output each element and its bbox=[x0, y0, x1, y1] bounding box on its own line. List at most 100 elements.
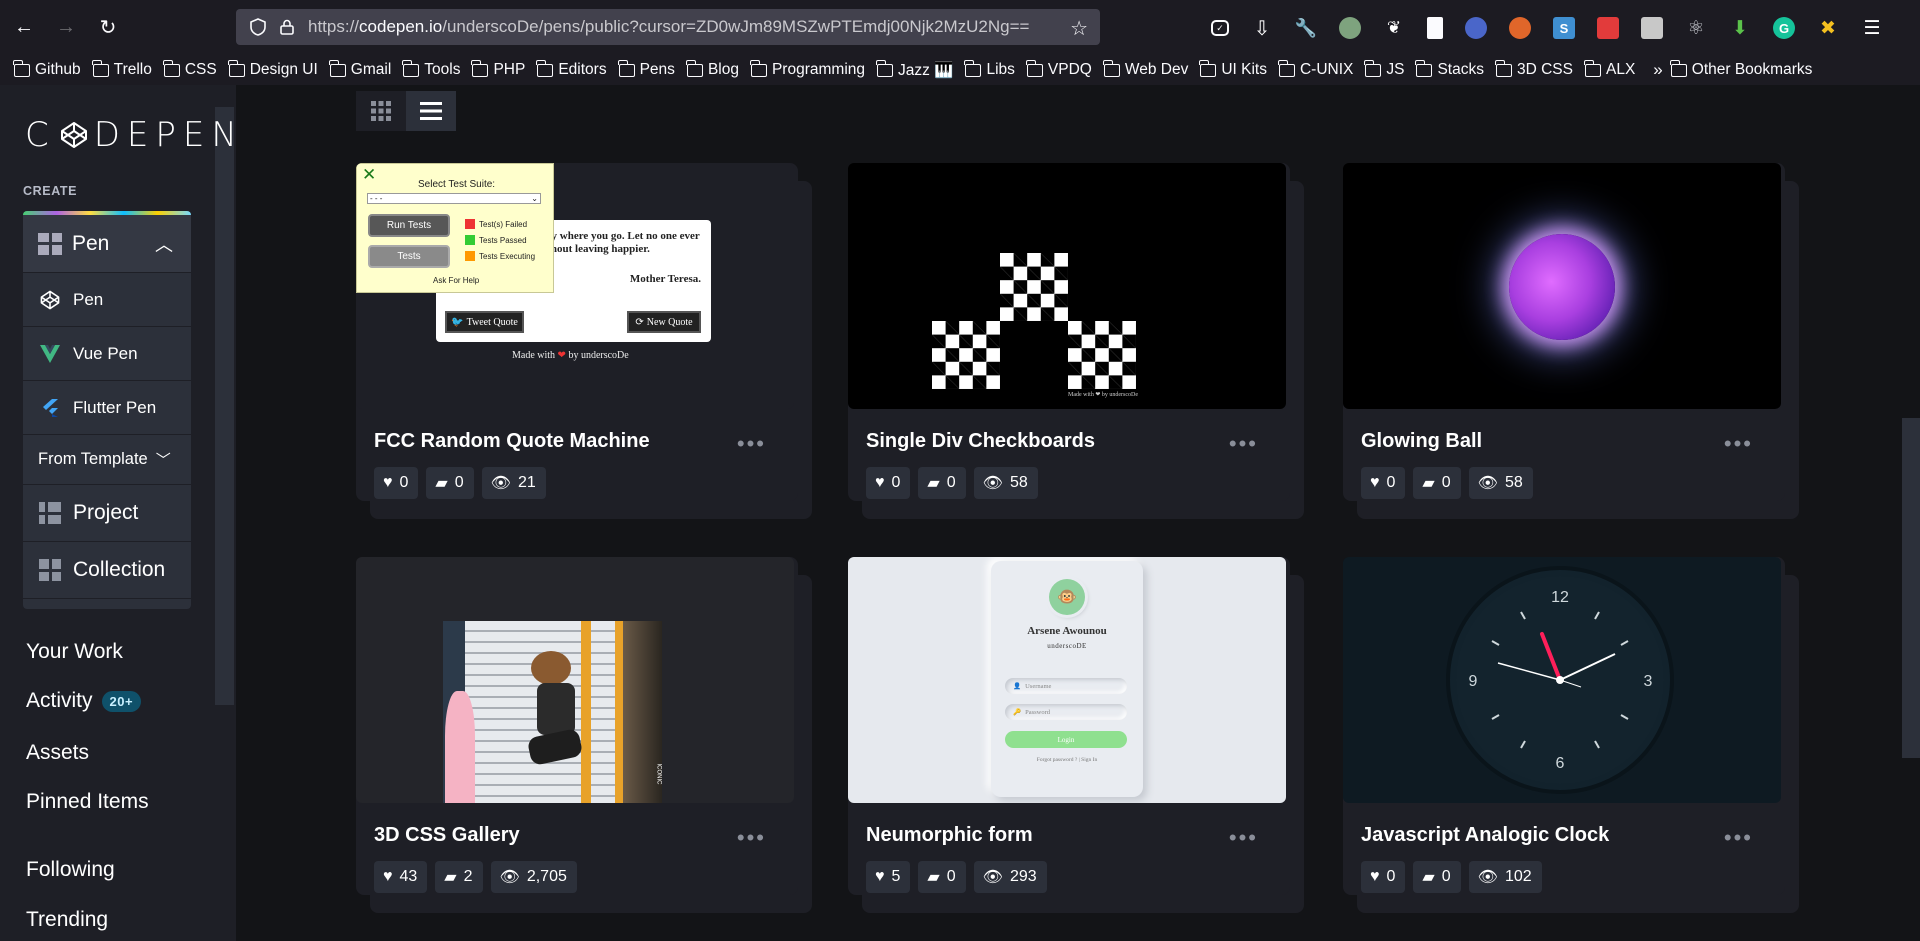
pen-preview[interactable]: Made with ❤ by underscoDe bbox=[848, 163, 1286, 409]
bookmark-folder[interactable]: UI Kits bbox=[1199, 59, 1267, 79]
create-pen-item[interactable]: Pen bbox=[23, 273, 191, 327]
extension-x-icon[interactable]: ✖ bbox=[1817, 17, 1839, 39]
pen-preview[interactable]: 12 3 6 9 bbox=[1343, 557, 1781, 803]
extension-red-icon[interactable] bbox=[1597, 17, 1619, 39]
pen-preview[interactable]: 🐵 Arsene Awounou underscoDE 👤 Username 🔑 P… bbox=[848, 557, 1286, 803]
extension-blue-red-icon[interactable] bbox=[1465, 17, 1487, 39]
bookmark-folder[interactable]: JS bbox=[1364, 59, 1404, 79]
like-button[interactable]: ♥ 43 bbox=[374, 861, 428, 893]
like-button[interactable]: ♥ 0 bbox=[1361, 861, 1406, 893]
bookmark-folder[interactable]: Tools bbox=[402, 59, 460, 79]
sidebar-scrollbar[interactable] bbox=[215, 107, 234, 705]
extension-block-icon[interactable] bbox=[1641, 17, 1663, 39]
form-links[interactable]: Forgot password ? | Sign In bbox=[991, 757, 1143, 763]
more-options-icon[interactable]: ••• bbox=[1724, 825, 1753, 851]
comments-button[interactable]: ▰ 0 bbox=[918, 861, 966, 893]
forward-arrow-icon[interactable]: → bbox=[48, 10, 84, 46]
bookmark-folder[interactable]: Libs bbox=[964, 59, 1015, 79]
list-view-button[interactable] bbox=[406, 91, 456, 131]
tweet-quote-button[interactable]: 🐦 Tweet Quote bbox=[445, 311, 524, 333]
more-options-icon[interactable]: ••• bbox=[1229, 825, 1258, 851]
grammarly-icon[interactable]: G bbox=[1773, 17, 1795, 39]
bookmark-folder[interactable]: Jazz 🎹 bbox=[876, 59, 953, 80]
create-vue-pen-item[interactable]: Vue Pen bbox=[23, 327, 191, 381]
codepen-logo[interactable]: C DEPEN bbox=[25, 115, 244, 155]
more-bookmarks-chevron-icon[interactable]: » bbox=[1653, 60, 1662, 80]
nav-your-work[interactable]: Your Work bbox=[26, 640, 123, 664]
new-quote-button[interactable]: ⟳ New Quote bbox=[627, 311, 701, 333]
run-tests-button[interactable]: Run Tests bbox=[368, 214, 450, 237]
extension-green-icon[interactable] bbox=[1339, 17, 1361, 39]
reload-icon[interactable]: ↻ bbox=[90, 10, 126, 46]
page-scrollbar-thumb[interactable] bbox=[1902, 418, 1920, 758]
nav-activity[interactable]: Activity 20+ bbox=[26, 689, 142, 713]
tests-button[interactable]: Tests bbox=[368, 245, 450, 268]
bookmark-folder[interactable]: Gmail bbox=[328, 59, 391, 79]
back-arrow-icon[interactable]: ← bbox=[6, 10, 42, 46]
bookmark-folder[interactable]: C-UNIX bbox=[1277, 59, 1353, 79]
bookmark-folder[interactable]: 3D CSS bbox=[1494, 59, 1573, 79]
bookmark-folder[interactable]: Blog bbox=[685, 59, 739, 79]
react-icon[interactable]: ⚛ bbox=[1685, 17, 1707, 39]
username-field[interactable]: 👤 Username bbox=[1005, 678, 1127, 694]
like-button[interactable]: ♥ 5 bbox=[866, 861, 911, 893]
card-title[interactable]: Javascript Analogic Clock bbox=[1361, 824, 1609, 847]
more-options-icon[interactable]: ••• bbox=[737, 825, 766, 851]
menu-icon[interactable]: ☰ bbox=[1861, 17, 1883, 39]
download-icon[interactable]: ⇩ bbox=[1251, 17, 1273, 40]
comments-button[interactable]: ▰ 0 bbox=[1413, 861, 1461, 893]
grid-view-button[interactable] bbox=[356, 91, 406, 131]
extension-dark-icon[interactable]: ❦ bbox=[1383, 17, 1405, 39]
login-button[interactable]: Login bbox=[1005, 731, 1127, 748]
more-options-icon[interactable]: ••• bbox=[1229, 431, 1258, 457]
nav-assets[interactable]: Assets bbox=[26, 741, 89, 765]
pen-preview[interactable]: ...very where you go. Let no one ever...… bbox=[356, 163, 794, 409]
nav-pinned-items[interactable]: Pinned Items bbox=[26, 790, 149, 814]
password-field[interactable]: 🔑 Password bbox=[1005, 704, 1127, 720]
bookmark-folder[interactable]: Stacks bbox=[1415, 59, 1484, 79]
like-button[interactable]: ♥ 0 bbox=[866, 467, 911, 499]
comments-button[interactable]: ▰ 0 bbox=[1413, 467, 1461, 499]
pen-preview[interactable] bbox=[1343, 163, 1781, 409]
more-options-icon[interactable]: ••• bbox=[1724, 431, 1753, 457]
pocket-icon[interactable]: ✓ bbox=[1211, 20, 1229, 36]
from-template-item[interactable]: From Template ﹀ bbox=[23, 435, 191, 485]
card-title[interactable]: Neumorphic form bbox=[866, 824, 1033, 847]
wrench-icon[interactable]: 🔧 bbox=[1295, 17, 1317, 39]
card-title[interactable]: Glowing Ball bbox=[1361, 430, 1482, 453]
like-button[interactable]: ♥ 0 bbox=[1361, 467, 1406, 499]
bookmark-folder[interactable]: CSS bbox=[162, 59, 217, 79]
comments-button[interactable]: ▰ 0 bbox=[918, 467, 966, 499]
other-bookmarks[interactable]: Other Bookmarks bbox=[1669, 59, 1812, 79]
ask-for-help-link[interactable]: Ask For Help bbox=[433, 276, 479, 285]
bookmark-folder[interactable]: VPDQ bbox=[1025, 59, 1092, 79]
bookmark-folder[interactable]: Programming bbox=[749, 59, 865, 79]
bookmark-folder[interactable]: ALX bbox=[1583, 59, 1635, 79]
bookmark-folder[interactable]: Pens bbox=[617, 59, 675, 79]
bookmark-folder[interactable]: Design UI bbox=[227, 59, 318, 79]
comments-button[interactable]: ▰ 0 bbox=[426, 467, 474, 499]
bookmark-folder[interactable]: Github bbox=[13, 59, 81, 79]
like-button[interactable]: ♥ 0 bbox=[374, 467, 419, 499]
nav-trending[interactable]: Trending bbox=[26, 908, 108, 932]
create-pen-header[interactable]: Pen ︿ bbox=[23, 215, 191, 273]
more-options-icon[interactable]: ••• bbox=[737, 431, 766, 457]
address-bar[interactable]: https://codepen.io/underscoDe/pens/publi… bbox=[236, 9, 1100, 45]
extension-s-icon[interactable]: S bbox=[1553, 17, 1575, 39]
bookmark-folder[interactable]: PHP bbox=[471, 59, 525, 79]
comments-button[interactable]: ▰ 2 bbox=[435, 861, 483, 893]
test-suite-select[interactable]: - - - ⌄ bbox=[367, 193, 541, 204]
notes-icon[interactable] bbox=[1427, 17, 1443, 39]
create-project-item[interactable]: Project bbox=[23, 485, 191, 542]
pen-preview[interactable]: ICONIC bbox=[356, 557, 794, 803]
extension-green-arrow-icon[interactable]: ⬇ bbox=[1729, 17, 1751, 39]
bookmark-star-icon[interactable]: ☆ bbox=[1070, 16, 1088, 41]
nav-following[interactable]: Following bbox=[26, 858, 115, 882]
extension-orange-icon[interactable] bbox=[1509, 17, 1531, 39]
create-collection-item[interactable]: Collection bbox=[23, 542, 191, 599]
card-title[interactable]: FCC Random Quote Machine bbox=[374, 430, 650, 453]
close-icon[interactable]: ✕ bbox=[362, 165, 376, 185]
bookmark-folder[interactable]: Web Dev bbox=[1102, 59, 1188, 79]
bookmark-folder[interactable]: Trello bbox=[91, 59, 152, 79]
card-title[interactable]: Single Div Checkboards bbox=[866, 430, 1095, 453]
